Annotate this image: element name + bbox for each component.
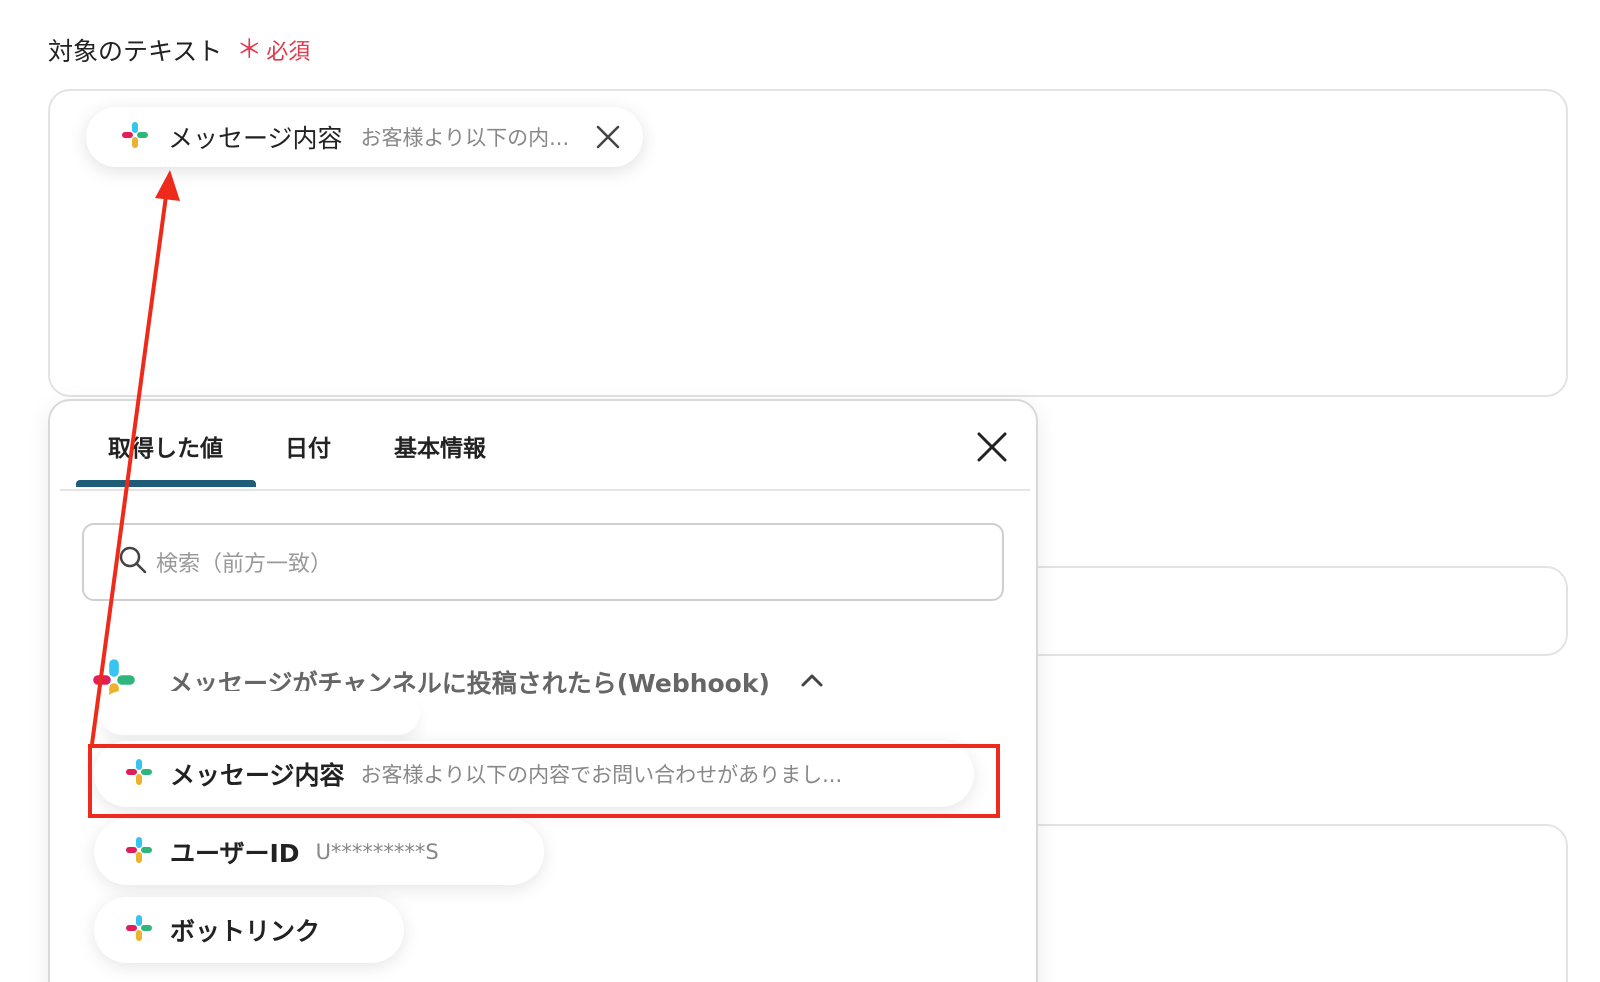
list-item-preview: U*********S	[315, 840, 439, 864]
chevron-up-icon[interactable]	[800, 672, 824, 692]
search-icon	[118, 545, 148, 579]
field-label: 対象のテキスト ＊ 必須	[48, 32, 310, 68]
annotation-highlight-box	[88, 744, 1000, 818]
value-picker-panel: 取得した値 日付 基本情報 検索（前方一致） メッセージがチャンネルに投稿された…	[48, 399, 1038, 982]
close-icon[interactable]	[595, 124, 621, 150]
list-item-bot-link[interactable]: ボットリンク	[94, 897, 404, 963]
chip-preview: お客様より以下の内...	[360, 126, 570, 150]
required-indicator: ＊ 必須	[236, 34, 310, 66]
picker-tabs: 取得した値 日付 基本情報	[60, 401, 1030, 491]
list-item-label: ユーザーID	[170, 839, 300, 868]
selected-value-chip[interactable]: メッセージ内容 お客様より以下の内...	[86, 107, 644, 167]
slack-icon	[124, 913, 154, 947]
required-text: 必須	[266, 40, 311, 65]
background-field-1[interactable]	[960, 566, 1568, 656]
background-field-2[interactable]	[960, 824, 1568, 982]
chip-label: メッセージ内容	[168, 124, 343, 153]
close-icon[interactable]	[976, 431, 1008, 463]
list-item-shadow	[100, 691, 420, 735]
tab-date[interactable]: 日付	[285, 429, 331, 463]
list-item-user-id[interactable]: ユーザーID U*********S	[94, 819, 544, 885]
active-tab-indicator	[76, 480, 256, 487]
search-placeholder: 検索（前方一致）	[156, 552, 333, 577]
list-item-label: ボットリンク	[170, 917, 321, 946]
search-input[interactable]: 検索（前方一致）	[82, 523, 1004, 601]
required-star: ＊	[236, 35, 263, 65]
slack-icon	[120, 120, 150, 154]
field-label-text: 対象のテキスト	[48, 37, 223, 66]
tab-basic-info[interactable]: 基本情報	[394, 429, 486, 463]
slack-icon	[124, 835, 154, 869]
tab-acquired-values[interactable]: 取得した値	[108, 429, 223, 463]
